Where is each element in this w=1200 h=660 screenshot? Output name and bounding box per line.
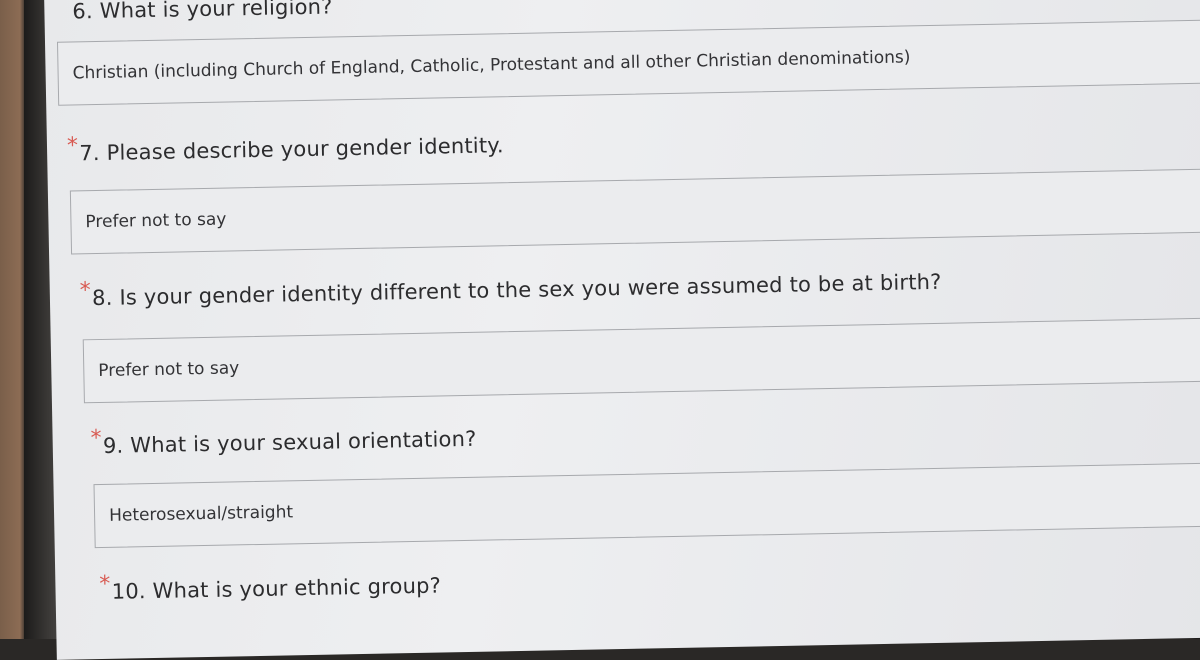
question-9-answer-field[interactable]: Heterosexual/straight [93, 462, 1200, 549]
survey-screen: 6. What is your religion? Christian (inc… [44, 0, 1200, 660]
required-marker: * [66, 133, 79, 159]
question-6-label: 6. What is your religion? [72, 0, 333, 24]
question-7-answer-value: Prefer not to say [85, 209, 227, 233]
question-7-answer-field[interactable]: Prefer not to say [69, 168, 1200, 255]
question-8-answer-value: Prefer not to say [98, 358, 240, 382]
required-marker: * [99, 571, 111, 598]
required-marker: * [79, 278, 92, 304]
question-6-answer-field[interactable]: Christian (including Church of England, … [56, 19, 1200, 106]
question-6-answer-value: Christian (including Church of England, … [72, 47, 911, 84]
question-9-answer-value: Heterosexual/straight [108, 502, 294, 526]
question-10-label: *10. What is your ethnic group? [99, 571, 442, 604]
question-9-label: *9. What is your sexual orientation? [90, 425, 477, 458]
question-8-answer-field[interactable]: Prefer not to say [82, 317, 1200, 404]
required-marker: * [90, 425, 103, 452]
question-7-label: *7. Please describe your gender identity… [66, 133, 504, 166]
question-8-label: *8. Is your gender identity different to… [79, 269, 942, 311]
